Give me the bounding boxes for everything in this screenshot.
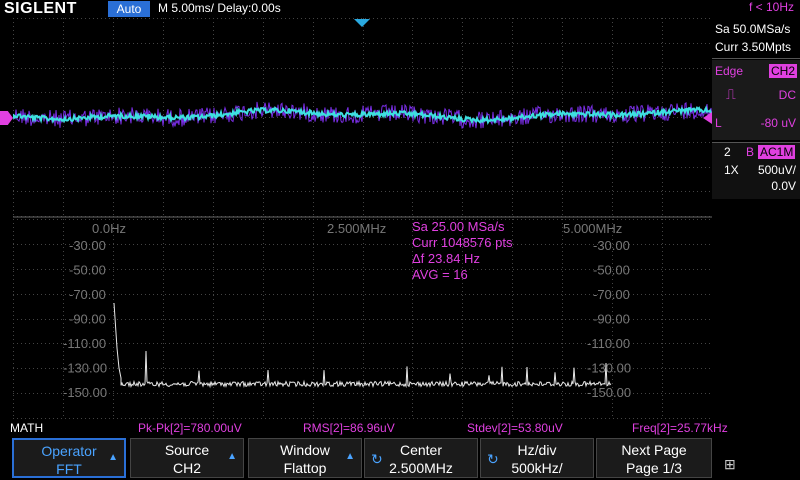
hz-div-softkey[interactable]: ↻ Hz/div 500kHz/ [480, 438, 594, 478]
freq-label-start: 0.0Hz [92, 221, 126, 236]
trigger-position-marker[interactable] [354, 19, 370, 27]
db-axis-label: -150.00 [587, 385, 631, 400]
softkey-title: Center [399, 442, 443, 458]
timebase-readout: M 5.00ms/ Delay:0.00s [158, 1, 281, 15]
center-softkey[interactable]: ↻ Center 2.500MHz [364, 438, 478, 478]
sample-rate: Sa 50.0MSa/s [715, 22, 791, 36]
probe-attenuation: 1X [724, 163, 739, 177]
trigger-mode-badge[interactable]: Auto [108, 1, 150, 17]
db-axis-label: -70.00 [69, 287, 106, 302]
bandwidth-limit-flag: B [746, 145, 755, 159]
freq-measurement: Freq[2]=25.77kHz [632, 421, 728, 435]
db-axis-label: -90.00 [593, 312, 630, 327]
measurement-bar: MATH Pk-Pk[2]=780.00uV RMS[2]=86.96uV St… [0, 420, 800, 436]
db-axis-label: -90.00 [69, 312, 106, 327]
softkey-value: 500kHz/ [511, 460, 563, 476]
db-axis-label: -50.00 [69, 263, 106, 278]
db-axis-label: -110.00 [587, 336, 630, 351]
trigger-type: Edge [715, 64, 744, 78]
brand-logo: SIGLENT [4, 0, 77, 17]
softkey-value: FFT [56, 461, 82, 477]
trigger-box[interactable]: Edge CH2 ⎍ DC L -80 uV [712, 60, 800, 140]
fft-averages: AVG = 16 [412, 267, 468, 282]
db-axis-label: -70.00 [593, 287, 630, 302]
window-softkey[interactable]: Window Flattop ▲ [248, 438, 362, 478]
trigger-source: CH2 [768, 64, 797, 78]
divider [712, 58, 800, 59]
db-axis-label: -130.00 [587, 361, 631, 376]
menu-arrow-icon: ▲ [227, 451, 237, 462]
stdev-measurement: Stdev[2]=53.80uV [467, 421, 563, 435]
channel-number: 2 [724, 145, 731, 159]
next-page-softkey[interactable]: Next Page Page 1/3 [596, 438, 712, 478]
network-icon[interactable]: ⊞ [724, 456, 736, 473]
fft-spectrum-trace [113, 302, 612, 389]
right-info-panel: Sa 50.0MSa/s Curr 3.50Mpts Edge CH2 ⎍ DC… [712, 18, 800, 420]
pkpk-measurement: Pk-Pk[2]=780.00uV [138, 421, 242, 435]
softkey-title: Hz/div [517, 442, 557, 458]
freq-label-center: 2.500MHz [327, 221, 386, 236]
rising-edge-icon: ⎍ [726, 86, 736, 102]
freq-label-end: 5.000MHz [563, 221, 622, 236]
fft-sample-rate: Sa 25.00 MSa/s [412, 219, 505, 234]
db-axis-label: -150.00 [63, 385, 107, 400]
menu-arrow-icon: ▲ [345, 451, 355, 462]
rms-measurement: RMS[2]=86.96uV [303, 421, 395, 435]
oscilloscope-screen[interactable]: 0.0Hz 2.500MHz 5.000MHz -30.00 -30.00 -50.… [13, 18, 712, 420]
memory-depth: Curr 3.50Mpts [715, 40, 792, 54]
db-axis-label: -30.00 [593, 238, 630, 253]
db-axis-label: -50.00 [593, 263, 630, 278]
softkey-value: CH2 [172, 460, 201, 476]
softkey-value: 2.500MHz [389, 460, 453, 476]
source-softkey[interactable]: Source CH2 ▲ [130, 438, 244, 478]
softkey-value: Flattop [283, 460, 327, 476]
softkey-title: Next Page [621, 442, 687, 458]
trigger-level-label: L [715, 116, 722, 130]
softkey-menu: Operator FFT ▲ Source CH2 ▲ Window Flatt… [0, 436, 800, 480]
ch2-settings-box[interactable]: 2 B AC1M 1X 500uV/ 0.0V [712, 142, 800, 199]
volts-per-div: 500uV/ [757, 163, 796, 177]
math-label: MATH [10, 421, 44, 435]
operator-softkey[interactable]: Operator FFT ▲ [12, 438, 126, 478]
trigger-level-marker-icon[interactable] [0, 111, 13, 125]
frequency-counter: f < 10Hz [748, 0, 794, 14]
db-axis-label: -30.00 [69, 238, 106, 253]
db-axis-label: -110.00 [63, 336, 106, 351]
softkey-value: Page 1/3 [625, 460, 683, 476]
trigger-level: -80 uV [760, 116, 796, 130]
channel-offset: 0.0V [771, 179, 796, 193]
menu-arrow-icon: ▲ [108, 452, 118, 463]
fft-resolution: Δf 23.84 Hz [412, 251, 480, 266]
channel-coupling: AC1M [758, 145, 796, 159]
trigger-coupling: DC [778, 88, 796, 102]
db-axis-label: -130.00 [63, 361, 107, 376]
fft-points: Curr 1048576 pts [412, 235, 513, 250]
